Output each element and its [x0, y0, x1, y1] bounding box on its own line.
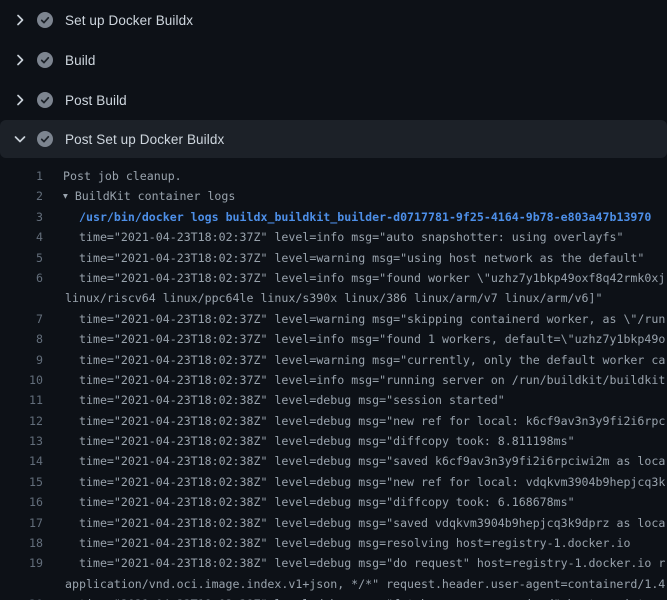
log-line-number[interactable]: 15	[0, 472, 43, 492]
log-line: 11time="2021-04-23T18:02:38Z" level=debu…	[0, 390, 667, 410]
log-line: 4time="2021-04-23T18:02:37Z" level=info …	[0, 227, 667, 247]
log-line-number[interactable]: 2	[0, 186, 43, 206]
check-circle-icon	[37, 12, 53, 28]
log-line: 20time="2021-04-23T18:02:38Z" level=debu…	[0, 594, 667, 600]
step-title: Set up Docker Buildx	[65, 13, 193, 28]
log-line-text: time="2021-04-23T18:02:38Z" level=debug …	[43, 472, 665, 492]
log-line-text: time="2021-04-23T18:02:38Z" level=debug …	[43, 594, 665, 600]
log-line: 12time="2021-04-23T18:02:38Z" level=debu…	[0, 411, 667, 431]
log-line-number[interactable]: 6	[0, 268, 43, 288]
log-line: 7time="2021-04-23T18:02:37Z" level=warni…	[0, 309, 667, 329]
check-circle-icon	[37, 92, 53, 108]
log-line-continuation: application/vnd.oci.image.index.v1+json,…	[0, 574, 667, 594]
log-line: 17time="2021-04-23T18:02:38Z" level=debu…	[0, 513, 667, 533]
log-line-text: application/vnd.oci.image.index.v1+json,…	[43, 574, 665, 594]
check-circle-icon	[37, 52, 53, 68]
log-viewer: 1Post job cleanup.2 ▼ BuildKit container l…	[0, 166, 667, 600]
log-line: 9time="2021-04-23T18:02:37Z" level=warni…	[0, 350, 667, 370]
check-circle-icon	[37, 131, 53, 147]
workflow-job-log-viewer: Set up Docker Buildx Build Post Build Post …	[0, 0, 667, 600]
log-group-toggle[interactable]: ▼ BuildKit container logs	[43, 186, 235, 206]
log-line-continuation: linux/riscv64 linux/ppc64le linux/s390x …	[0, 288, 667, 308]
step-header-post-set-up-docker-buildx[interactable]: Post Set up Docker Buildx	[0, 120, 667, 158]
log-line-text: time="2021-04-23T18:02:38Z" level=debug …	[43, 411, 665, 431]
log-line-text: time="2021-04-23T18:02:38Z" level=debug …	[43, 390, 505, 410]
log-line-text: time="2021-04-23T18:02:38Z" level=debug …	[43, 431, 575, 451]
step-header-build[interactable]: Build	[0, 40, 667, 80]
log-line-text: linux/riscv64 linux/ppc64le linux/s390x …	[43, 288, 602, 308]
log-line-text: time="2021-04-23T18:02:38Z" level=debug …	[43, 451, 665, 471]
chevron-down-icon	[12, 131, 28, 147]
log-line-number[interactable]: 17	[0, 513, 43, 533]
log-line: 1Post job cleanup.	[0, 166, 667, 186]
log-line-text: time="2021-04-23T18:02:38Z" level=debug …	[43, 513, 665, 533]
log-line-text: time="2021-04-23T18:02:37Z" level=warnin…	[43, 350, 665, 370]
step-header-set-up-docker-buildx[interactable]: Set up Docker Buildx	[0, 0, 667, 40]
step-header-post-build[interactable]: Post Build	[0, 80, 667, 120]
log-line-text: time="2021-04-23T18:02:37Z" level=warnin…	[43, 248, 644, 268]
log-line: 5time="2021-04-23T18:02:37Z" level=warni…	[0, 248, 667, 268]
log-group-label: BuildKit container logs	[75, 189, 236, 203]
log-line-text: time="2021-04-23T18:02:38Z" level=debug …	[43, 492, 575, 512]
log-line-number[interactable]: 7	[0, 309, 43, 329]
step-title: Post Build	[65, 93, 127, 108]
log-line-number[interactable]: 13	[0, 431, 43, 451]
log-line: 16time="2021-04-23T18:02:38Z" level=debu…	[0, 492, 667, 512]
log-line-text: time="2021-04-23T18:02:37Z" level=info m…	[43, 370, 665, 390]
triangle-down-icon: ▼	[63, 187, 68, 207]
log-line-text: time="2021-04-23T18:02:37Z" level=warnin…	[43, 309, 665, 329]
log-line-number[interactable]: 12	[0, 411, 43, 431]
log-line-text: time="2021-04-23T18:02:37Z" level=info m…	[43, 268, 665, 288]
log-line-text: time="2021-04-23T18:02:37Z" level=info m…	[43, 227, 623, 247]
log-line-number[interactable]: 18	[0, 533, 43, 553]
log-line-number[interactable]: 16	[0, 492, 43, 512]
step-title: Post Set up Docker Buildx	[65, 132, 224, 147]
log-line-number[interactable]: 8	[0, 329, 43, 349]
log-line: 10time="2021-04-23T18:02:37Z" level=info…	[0, 370, 667, 390]
log-line-number[interactable]: 10	[0, 370, 43, 390]
log-line: 19time="2021-04-23T18:02:38Z" level=debu…	[0, 553, 667, 573]
log-command-text: /usr/bin/docker logs buildx_buildkit_bui…	[43, 207, 651, 227]
log-line-number[interactable]: 20	[0, 594, 43, 600]
log-line-number[interactable]: 9	[0, 350, 43, 370]
workflow-steps-panel: Set up Docker Buildx Build Post Build Post …	[0, 0, 667, 158]
log-line: 18time="2021-04-23T18:02:38Z" level=debu…	[0, 533, 667, 553]
chevron-right-icon	[12, 92, 28, 108]
log-line: 2 ▼ BuildKit container logs	[0, 186, 667, 206]
log-line-number[interactable]: 5	[0, 248, 43, 268]
log-line-number[interactable]: 3	[0, 207, 43, 227]
log-line-number[interactable]: 1	[0, 166, 43, 186]
log-line-number[interactable]: 19	[0, 553, 43, 573]
log-line-text: time="2021-04-23T18:02:37Z" level=info m…	[43, 329, 665, 349]
log-line: 15time="2021-04-23T18:02:38Z" level=debu…	[0, 472, 667, 492]
log-line-text: time="2021-04-23T18:02:38Z" level=debug …	[43, 553, 665, 573]
log-line-text: time="2021-04-23T18:02:38Z" level=debug …	[43, 533, 630, 553]
log-line: 3/usr/bin/docker logs buildx_buildkit_bu…	[0, 207, 667, 227]
step-title: Build	[65, 53, 96, 68]
chevron-right-icon	[12, 12, 28, 28]
log-line: 8time="2021-04-23T18:02:37Z" level=info …	[0, 329, 667, 349]
log-line-number[interactable]: 4	[0, 227, 43, 247]
log-line-number[interactable]: 11	[0, 390, 43, 410]
log-line-number[interactable]: 14	[0, 451, 43, 471]
log-line-number	[0, 288, 43, 308]
chevron-right-icon	[12, 52, 28, 68]
log-line-number	[0, 574, 43, 594]
log-line: 6time="2021-04-23T18:02:37Z" level=info …	[0, 268, 667, 288]
log-line: 14time="2021-04-23T18:02:38Z" level=debu…	[0, 451, 667, 471]
log-line: 13time="2021-04-23T18:02:38Z" level=debu…	[0, 431, 667, 451]
log-line-text: Post job cleanup.	[43, 166, 182, 186]
